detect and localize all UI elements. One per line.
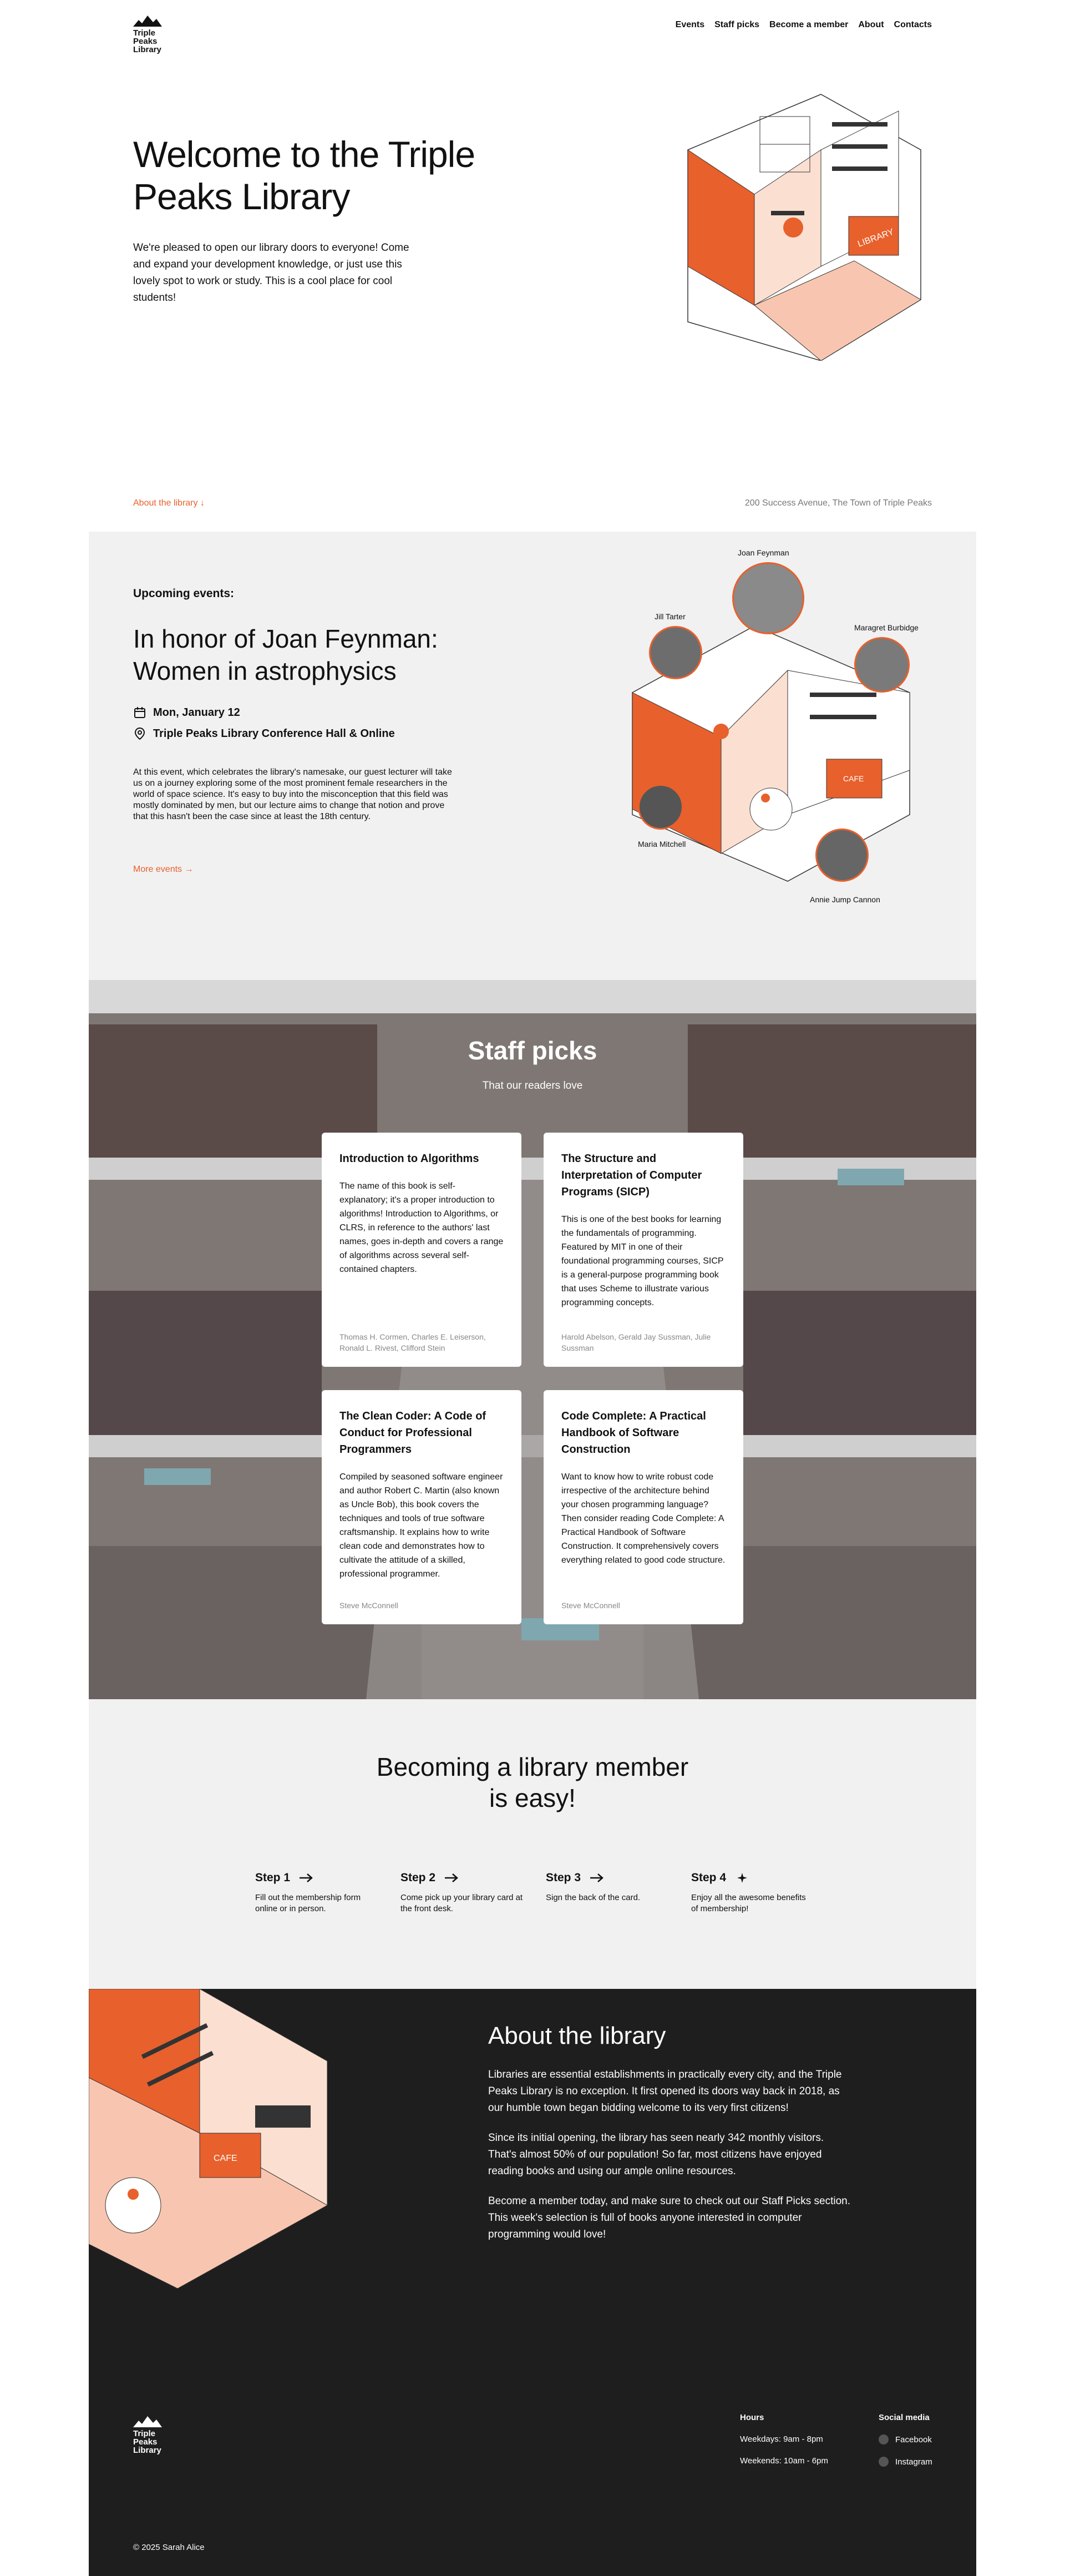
event-date: Mon, January 12	[153, 706, 240, 719]
step-label: Step 4	[691, 1871, 727, 1884]
portrait-maria-mitchell	[638, 784, 683, 830]
event-title: In honor of Joan Feynman: Women in astro…	[133, 624, 438, 685]
hero-text: We're pleased to open our library doors …	[133, 242, 409, 304]
mountain-logo-icon	[133, 16, 162, 27]
step-label: Step 1	[255, 1871, 291, 1884]
book-authors: Thomas H. Cormen, Charles E. Leiserson, …	[339, 1332, 486, 1352]
step-label: Step 2	[400, 1871, 436, 1884]
arrow-right-icon	[300, 1873, 313, 1882]
step-text: Sign the back of the card.	[546, 1893, 641, 1902]
social-link-label: Instagram	[895, 2457, 932, 2467]
staff-picks-subtitle: That our readers love	[482, 1080, 583, 1092]
staff-picks-title: Staff picks	[468, 1036, 597, 1065]
copyright-text: © 2025 Sarah Alice	[133, 2543, 205, 2552]
svg-text:CAFE: CAFE	[214, 2154, 237, 2163]
arrow-right-icon	[590, 1873, 604, 1882]
logo[interactable]: Triple Peaks Library	[133, 16, 162, 54]
mountain-logo-icon	[133, 2416, 162, 2427]
social-title: Social media	[879, 2413, 930, 2422]
event-location: Triple Peaks Library Conference Hall & O…	[153, 727, 395, 740]
footer-logo[interactable]: Triple Peaks Library	[133, 2416, 162, 2454]
book-description: The name of this book is self-explanator…	[339, 1181, 504, 1274]
person-label: Joan Feynman	[738, 548, 789, 557]
sparkle-icon	[737, 1873, 748, 1883]
facebook-icon	[879, 2434, 889, 2444]
book-title: The Structure and Interpretation of Comp…	[561, 1153, 702, 1198]
nav-events[interactable]: Events	[676, 20, 704, 30]
step-label: Step 3	[546, 1871, 581, 1884]
step-item: Step 2 Come pick up your library card at…	[400, 1871, 524, 1915]
book-card[interactable]: The Clean Coder: A Code of Conduct for P…	[322, 1390, 521, 1624]
portrait-jill-tarter	[649, 626, 702, 679]
book-card[interactable]: The Structure and Interpretation of Comp…	[544, 1133, 743, 1367]
book-description: Want to know how to write robust code ir…	[561, 1472, 726, 1565]
main-nav: Events Staff picks Become a member About…	[676, 20, 932, 30]
hours-title: Hours	[740, 2413, 764, 2422]
book-card[interactable]: Code Complete: A Practical Handbook of S…	[544, 1390, 743, 1624]
book-card[interactable]: Introduction to Algorithms The name of t…	[322, 1133, 521, 1367]
hero-title: Welcome to the Triple Peaks Library	[133, 134, 475, 217]
membership-section: Becoming a library member is easy! Step …	[89, 1699, 976, 1989]
hours-weekdays: Weekdays: 9am - 8pm	[740, 2434, 823, 2444]
book-cards-grid: Introduction to Algorithms The name of t…	[322, 1133, 743, 1624]
events-section: Upcoming events: In honor of Joan Feynma…	[89, 532, 976, 980]
event-description: At this event, which celebrates the libr…	[133, 767, 452, 821]
book-description: Compiled by seasoned software engineer a…	[339, 1472, 503, 1579]
book-description: This is one of the best books for learni…	[561, 1215, 724, 1307]
staff-picks-section: Staff picks That our readers love Introd…	[89, 980, 976, 1699]
nav-contacts[interactable]: Contacts	[894, 20, 932, 30]
step-text: Enjoy all the awesome benefits of member…	[691, 1893, 806, 1913]
about-paragraph: Since its initial opening, the library h…	[488, 2132, 824, 2177]
about-paragraph: Become a member today, and make sure to …	[488, 2195, 851, 2240]
svg-text:CAFE: CAFE	[843, 774, 864, 783]
hours-block: Hours Weekdays: 9am - 8pm Weekends: 10am…	[740, 2413, 828, 2466]
location-pin-icon	[134, 727, 145, 740]
events-label: Upcoming events:	[133, 587, 235, 600]
social-link-label: Facebook	[895, 2434, 932, 2444]
about-title: About the library	[488, 2022, 666, 2049]
logo-text: Triple Peaks Library	[133, 2429, 161, 2455]
social-link-instagram[interactable]: Instagram	[879, 2457, 932, 2467]
membership-steps: Step 1 Fill out the membership form onli…	[255, 1871, 976, 1915]
membership-title: Becoming a library member is easy!	[376, 1752, 689, 1812]
step-item: Step 4 Enjoy all the awesome benefits of…	[691, 1871, 814, 1915]
site-header: Triple Peaks Library Events Staff picks …	[89, 0, 976, 83]
library-cafe-illustration: CAFE	[89, 1989, 328, 2289]
events-illustration: CAFE Joan Feynman Jill Tarter Maragret B…	[621, 548, 932, 904]
about-library-link[interactable]: About the library ↓	[133, 498, 205, 532]
book-title: Introduction to Algorithms	[339, 1153, 479, 1165]
book-title: The Clean Coder: A Code of Conduct for P…	[339, 1410, 486, 1456]
about-section: CAFE About the library Libraries are ess…	[89, 1989, 976, 2372]
book-authors: Harold Abelson, Gerald Jay Sussman, Juli…	[561, 1332, 711, 1352]
book-authors: Steve McConnell	[339, 1601, 398, 1610]
about-paragraph: Libraries are essential establishments i…	[488, 2069, 842, 2114]
book-title: Code Complete: A Practical Handbook of S…	[561, 1410, 706, 1456]
nav-about[interactable]: About	[858, 20, 884, 30]
step-item: Step 1 Fill out the membership form onli…	[255, 1871, 378, 1915]
library-illustration: LIBRARY	[588, 83, 932, 361]
nav-staff-picks[interactable]: Staff picks	[714, 20, 759, 30]
social-link-facebook[interactable]: Facebook	[879, 2434, 932, 2444]
instagram-icon	[879, 2457, 889, 2467]
address-text: 200 Success Avenue, The Town of Triple P…	[744, 498, 932, 508]
portrait-annie-jump-cannon	[815, 829, 869, 882]
step-text: Come pick up your library card at the fr…	[400, 1893, 523, 1913]
step-text: Fill out the membership form online or i…	[255, 1893, 361, 1913]
person-label: Annie Jump Cannon	[810, 895, 880, 904]
social-block: Social media Facebook Instagram	[879, 2413, 932, 2467]
logo-text: Triple Peaks Library	[133, 28, 161, 54]
calendar-icon	[134, 707, 145, 718]
portrait-maragret-burbidge	[854, 637, 910, 693]
site-footer: Triple Peaks Library Hours Weekdays: 9am…	[89, 2372, 976, 2576]
step-item: Step 3 Sign the back of the card.	[546, 1871, 669, 1915]
person-label: Jill Tarter	[655, 612, 686, 621]
hours-weekends: Weekends: 10am - 6pm	[740, 2456, 828, 2466]
arrow-right-icon	[445, 1873, 458, 1882]
book-authors: Steve McConnell	[561, 1601, 620, 1610]
person-label: Maragret Burbidge	[854, 623, 919, 632]
more-events-link[interactable]: More events →	[133, 865, 193, 875]
person-label: Maria Mitchell	[638, 840, 686, 848]
nav-become-member[interactable]: Become a member	[769, 20, 848, 30]
portrait-joan-feynman	[732, 562, 804, 634]
